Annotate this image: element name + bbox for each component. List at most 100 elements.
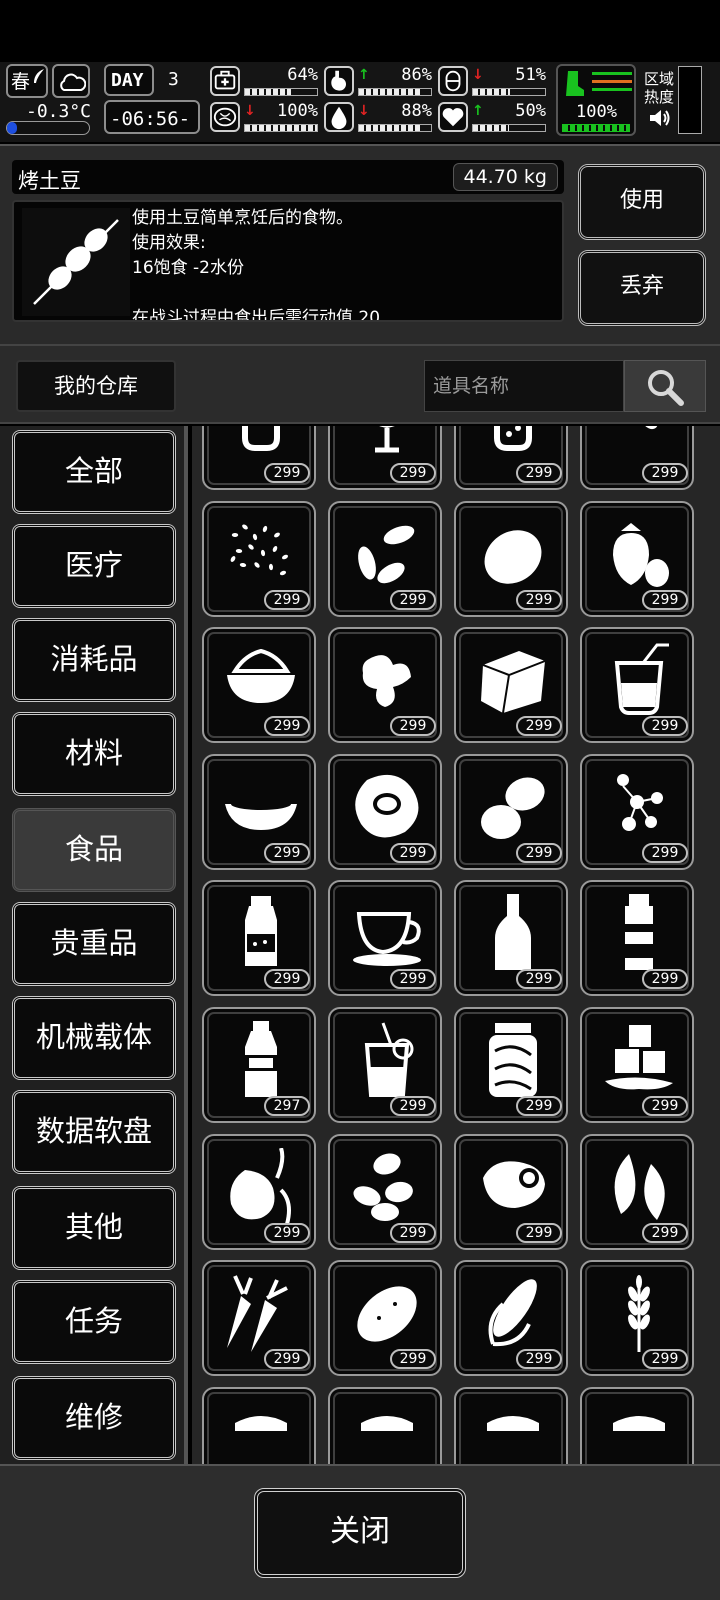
category-medical[interactable]: 医疗 xyxy=(12,524,176,608)
item-slot[interactable]: 299 xyxy=(454,426,568,490)
partial-item-icon xyxy=(487,1415,539,1431)
item-slot[interactable]: 299 xyxy=(202,1133,316,1250)
item-count-badge: 299 xyxy=(264,463,310,483)
item-slot[interactable]: 299 xyxy=(328,1007,442,1123)
desc-line: 使用土豆简单烹饪后的食物。 xyxy=(132,208,353,228)
item-count-badge: 299 xyxy=(642,716,688,737)
item-slot[interactable]: 299 xyxy=(328,1260,442,1377)
item-count-badge: 299 xyxy=(264,1222,310,1243)
armor-panel: 100% xyxy=(556,64,636,136)
drink-glass-icon xyxy=(614,643,669,716)
category-quests[interactable]: 任务 xyxy=(12,1280,176,1364)
item-slot[interactable]: 299 xyxy=(202,880,316,997)
item-slot[interactable]: 299 xyxy=(328,500,442,617)
category-mech-carriers[interactable]: 机械载体 xyxy=(12,996,176,1080)
item-slot[interactable]: 299 xyxy=(328,627,442,744)
category-consumables[interactable]: 消耗品 xyxy=(12,618,176,702)
close-button[interactable]: 关闭 xyxy=(254,1488,466,1578)
watermelon-icon xyxy=(227,649,295,704)
category-all[interactable]: 全部 xyxy=(12,430,176,514)
item-slot[interactable]: 299 xyxy=(328,426,442,490)
ice-cream-cup-icon xyxy=(375,426,399,453)
item-slot[interactable]: 299 xyxy=(454,753,568,870)
water-bottle-icon xyxy=(245,1021,277,1097)
item-slot[interactable]: 299 xyxy=(580,426,694,490)
brain-icon xyxy=(210,102,240,132)
item-slot[interactable]: 299 xyxy=(580,753,694,870)
day-badge: DAY xyxy=(104,64,154,96)
clock-readout: -06:56- xyxy=(110,108,191,130)
item-count-badge: 299 xyxy=(264,716,310,737)
seeds-icon xyxy=(230,524,288,575)
category-repair[interactable]: 维修 xyxy=(12,1376,176,1460)
item-slot[interactable]: 299 xyxy=(328,880,442,997)
item-count-badge: 299 xyxy=(264,589,310,610)
item-slot[interactable]: 299 xyxy=(202,627,316,744)
item-count-badge: 299 xyxy=(390,1096,436,1116)
item-slot[interactable] xyxy=(328,1386,442,1464)
item-slot[interactable]: 299 xyxy=(328,1133,442,1250)
item-slot[interactable]: 299 xyxy=(454,1007,568,1123)
search-icon xyxy=(648,370,684,406)
item-slot[interactable]: 299 xyxy=(328,753,442,870)
health-percent: 64% xyxy=(287,65,318,85)
category-food[interactable]: 食品 xyxy=(12,808,176,892)
carrot-icon xyxy=(227,1275,288,1353)
item-description-box: 使用土豆简单烹饪后的食物。 使用效果: 16饱食 -2水份 在战斗过程中食出后需… xyxy=(12,200,564,322)
item-detail-panel: 烤土豆 44.70 kg 使用土豆简单烹饪后的食物。 使用效果: 16饱食 -2… xyxy=(0,144,720,344)
item-slot[interactable]: 299 xyxy=(454,1260,568,1377)
use-button[interactable]: 使用 xyxy=(578,164,706,240)
meat-icon xyxy=(483,1160,545,1208)
item-grid[interactable]: 299 299 299 299 299 299 299 299 299 299 299 299 299 2… xyxy=(192,426,720,1464)
potato-icon xyxy=(357,1286,417,1342)
item-count-badge: 299 xyxy=(516,716,562,737)
partial-item-icon xyxy=(361,1415,413,1431)
item-count-badge: 299 xyxy=(390,969,436,990)
temperature-gauge xyxy=(6,121,90,135)
item-slot[interactable]: 299 xyxy=(580,1007,694,1123)
item-slot[interactable]: 297 xyxy=(202,1007,316,1123)
item-slot[interactable]: 299 xyxy=(580,500,694,617)
item-slot[interactable]: 299 xyxy=(202,500,316,617)
category-other[interactable]: 其他 xyxy=(12,1186,176,1270)
item-count-badge: 297 xyxy=(264,1096,310,1116)
item-slot[interactable]: 299 xyxy=(580,627,694,744)
item-slot[interactable]: 299 xyxy=(454,1133,568,1250)
item-slot[interactable]: 299 xyxy=(454,627,568,744)
item-slot[interactable]: 299 xyxy=(580,1133,694,1250)
item-slot[interactable]: 299 xyxy=(454,500,568,617)
category-data-disks[interactable]: 数据软盘 xyxy=(12,1090,176,1174)
item-slot[interactable]: 299 xyxy=(580,1260,694,1377)
item-slot[interactable]: 299 xyxy=(202,1260,316,1377)
bowl-icon xyxy=(225,797,297,830)
item-count-badge: 299 xyxy=(264,1349,310,1370)
item-slot[interactable] xyxy=(580,1386,694,1464)
item-slot[interactable] xyxy=(454,1386,568,1464)
desc-line xyxy=(132,281,552,306)
sauce-bottle-icon xyxy=(625,894,653,971)
desc-line: 使用效果: xyxy=(132,233,206,253)
item-slot[interactable]: 299 xyxy=(202,753,316,870)
category-valuables[interactable]: 贵重品 xyxy=(12,902,176,986)
item-count-badge: 299 xyxy=(642,1349,688,1370)
search-input[interactable]: 道具名称 xyxy=(424,360,624,412)
onion-icon xyxy=(230,1147,291,1225)
feather-icon xyxy=(34,69,44,83)
item-slot[interactable] xyxy=(202,1386,316,1464)
item-count-badge: 299 xyxy=(390,1349,436,1370)
speaker-icon[interactable] xyxy=(648,108,672,128)
item-slot[interactable]: 299 xyxy=(454,880,568,997)
item-count-badge: 299 xyxy=(642,969,688,990)
item-slot[interactable]: 299 xyxy=(580,880,694,997)
item-slot[interactable]: 299 xyxy=(202,426,316,490)
ginger-icon xyxy=(362,655,411,708)
category-materials[interactable]: 材料 xyxy=(12,712,176,796)
item-count-badge: 299 xyxy=(516,589,562,610)
search-button[interactable] xyxy=(624,360,706,412)
thirst-bar xyxy=(358,124,432,132)
jar-with-beans-icon xyxy=(494,426,532,451)
discard-button[interactable]: 丢弃 xyxy=(578,250,706,326)
ice-cubes-icon xyxy=(605,1025,673,1090)
category-sidebar[interactable]: 全部 医疗 消耗品 材料 食品 贵重品 机械载体 数据软盘 其他 任务 维修 xyxy=(0,426,188,1464)
health-bar xyxy=(244,88,318,96)
